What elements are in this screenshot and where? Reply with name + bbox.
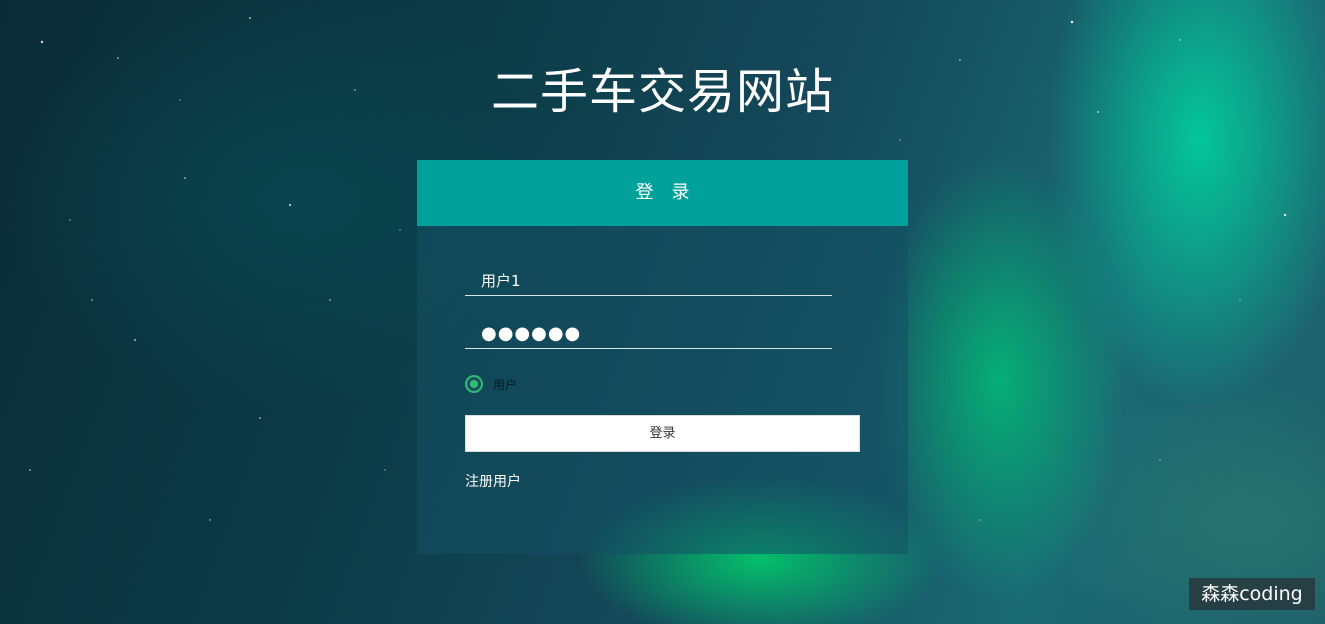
site-title: 二手车交易网站 bbox=[490, 64, 834, 120]
role-radio-label: 用户 bbox=[493, 377, 518, 392]
watermark: 森森coding bbox=[1189, 578, 1315, 610]
radio-selected-dot bbox=[470, 380, 478, 388]
register-user-link[interactable]: 注册用户 bbox=[465, 471, 521, 491]
username-field[interactable] bbox=[465, 266, 832, 296]
role-radio-group[interactable]: 用户 bbox=[465, 373, 517, 395]
password-mask: ●●●●●● bbox=[481, 323, 582, 344]
login-panel: 登 录 ●●●●●● 用户 登录 注册用户 bbox=[417, 160, 908, 554]
role-radio-user[interactable] bbox=[465, 375, 483, 393]
login-page: 二手车交易网站 登 录 ●●●●●● 用户 登录 注册用户 森森coding bbox=[0, 0, 1325, 624]
login-panel-header: 登 录 bbox=[417, 160, 908, 226]
login-button[interactable]: 登录 bbox=[465, 415, 860, 452]
